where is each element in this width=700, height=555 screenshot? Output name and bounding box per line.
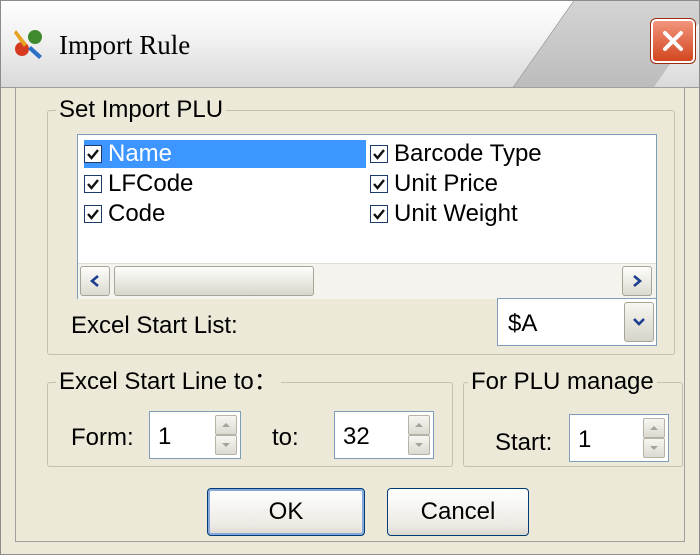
list-item-unit-price[interactable]: Unit Price	[370, 170, 652, 198]
excel-start-list-label: Excel Start List:	[71, 312, 238, 339]
lfcode-checkbox[interactable]	[84, 175, 102, 193]
check-icon	[373, 149, 385, 160]
plu-field-list[interactable]: Name LFCode Code Barcode Type Unit Price…	[77, 134, 657, 299]
form-value: 1	[158, 423, 172, 450]
title-bar[interactable]: Import Rule	[1, 1, 699, 88]
tools-icon	[14, 30, 42, 59]
cancel-button[interactable]: Cancel	[387, 488, 529, 536]
form-label: Form:	[71, 424, 134, 451]
form-spin-down[interactable]	[215, 435, 237, 455]
start-spin-up[interactable]	[643, 418, 665, 438]
excel-start-list-select[interactable]: $A	[497, 298, 657, 346]
check-icon	[87, 149, 99, 160]
start-label: Start:	[495, 429, 553, 456]
check-icon	[87, 179, 99, 190]
to-spinner[interactable]: 32	[334, 411, 434, 459]
arrow-up-icon	[650, 426, 658, 430]
list-item-label: Barcode Type	[394, 140, 542, 167]
list-item-unit-weight[interactable]: Unit Weight	[370, 200, 652, 228]
check-icon	[373, 179, 385, 190]
name-checkbox[interactable]	[84, 145, 102, 163]
unit-price-checkbox[interactable]	[370, 175, 388, 193]
close-icon	[663, 31, 683, 51]
unit-weight-checkbox[interactable]	[370, 205, 388, 223]
to-label: to:	[272, 424, 299, 451]
start-spinner[interactable]: 1	[569, 414, 669, 462]
arrow-down-icon	[650, 446, 658, 450]
arrow-down-icon	[222, 443, 230, 447]
barcode-type-checkbox[interactable]	[370, 145, 388, 163]
code-checkbox[interactable]	[84, 205, 102, 223]
set-import-plu-legend: Set Import PLU	[59, 96, 224, 123]
to-spin-down[interactable]	[408, 435, 430, 455]
list-item-label: Unit Weight	[394, 200, 518, 227]
list-item-lfcode[interactable]: LFCode	[84, 170, 366, 198]
start-value: 1	[578, 426, 592, 453]
excel-start-line-legend: Excel Start Line to：	[59, 368, 278, 395]
scroll-right-button[interactable]	[622, 266, 652, 296]
to-spin-up[interactable]	[408, 415, 430, 435]
check-icon	[373, 209, 385, 220]
check-icon	[87, 209, 99, 220]
list-item-label: Code	[108, 200, 166, 227]
arrow-up-icon	[415, 423, 423, 427]
ok-button[interactable]: OK	[207, 488, 365, 536]
list-item-barcode-type[interactable]: Barcode Type	[370, 140, 652, 168]
chevron-down-icon	[633, 318, 645, 326]
form-spin-buttons	[215, 415, 237, 455]
scroll-thumb[interactable]	[114, 266, 314, 296]
arrow-up-icon	[222, 423, 230, 427]
list-item-code[interactable]: Code	[84, 200, 366, 228]
list-item-name[interactable]: Name	[84, 140, 366, 168]
to-value: 32	[343, 423, 370, 450]
chevron-left-icon	[89, 275, 99, 287]
dropdown-button[interactable]	[624, 302, 654, 342]
list-item-label: Name	[108, 140, 173, 167]
arrow-down-icon	[415, 443, 423, 447]
form-spinner[interactable]: 1	[149, 411, 241, 459]
to-spin-buttons	[408, 415, 430, 455]
horizontal-scrollbar[interactable]	[78, 263, 656, 299]
plu-manage-legend: For PLU manage	[471, 368, 654, 395]
form-spin-up[interactable]	[215, 415, 237, 435]
window-title: Import Rule	[59, 30, 191, 60]
list-item-label: LFCode	[108, 170, 194, 197]
start-spin-buttons	[643, 418, 665, 458]
close-button[interactable]	[650, 18, 696, 64]
excel-start-list-value: $A	[508, 310, 538, 337]
chevron-right-icon	[633, 275, 643, 287]
list-item-label: Unit Price	[394, 170, 499, 197]
start-spin-down[interactable]	[643, 438, 665, 458]
scroll-left-button[interactable]	[80, 266, 110, 296]
import-rule-dialog: Import Rule Set Import PLU Name LFCode C…	[0, 0, 700, 555]
